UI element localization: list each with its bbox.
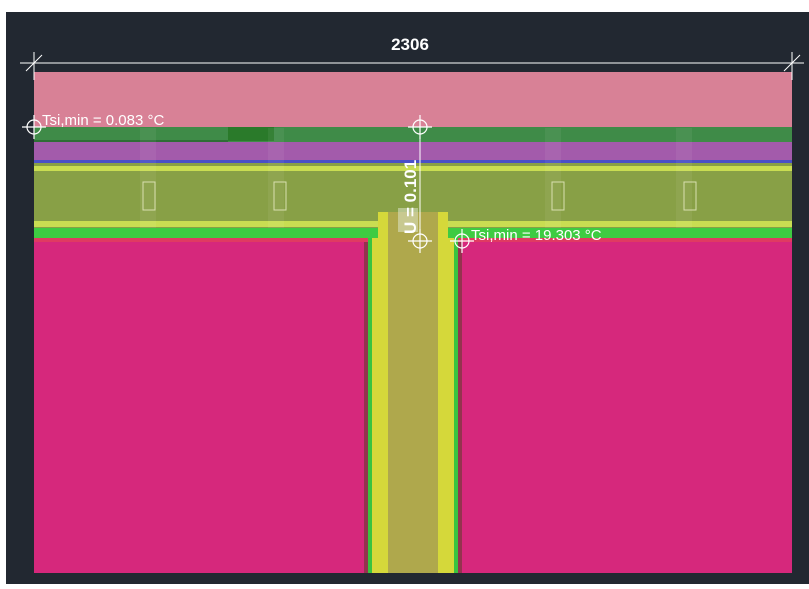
- tsi-min-right-label: Tsi,min = 19.303 °C: [471, 227, 602, 244]
- column-left-line: [372, 238, 380, 573]
- green-layer-accent: [228, 127, 274, 141]
- column-core: [388, 212, 438, 573]
- drawing-canvas: 2306 Tsi,min = 0.083 °C Tsi,min = 19.303…: [0, 0, 809, 584]
- column-right-line: [446, 238, 454, 573]
- right-room-fill: [462, 242, 792, 573]
- u-value-label: U = 0.101: [401, 160, 420, 234]
- dimension-label: 2306: [391, 35, 429, 54]
- batten-2: [268, 128, 284, 240]
- batten-3: [545, 128, 561, 240]
- left-room-fill: [34, 242, 364, 573]
- thermal-section-drawing: 2306 Tsi,min = 0.083 °C Tsi,min = 19.303…: [0, 0, 809, 584]
- tsi-min-left-label: Tsi,min = 0.083 °C: [42, 112, 164, 129]
- batten-1: [140, 128, 156, 240]
